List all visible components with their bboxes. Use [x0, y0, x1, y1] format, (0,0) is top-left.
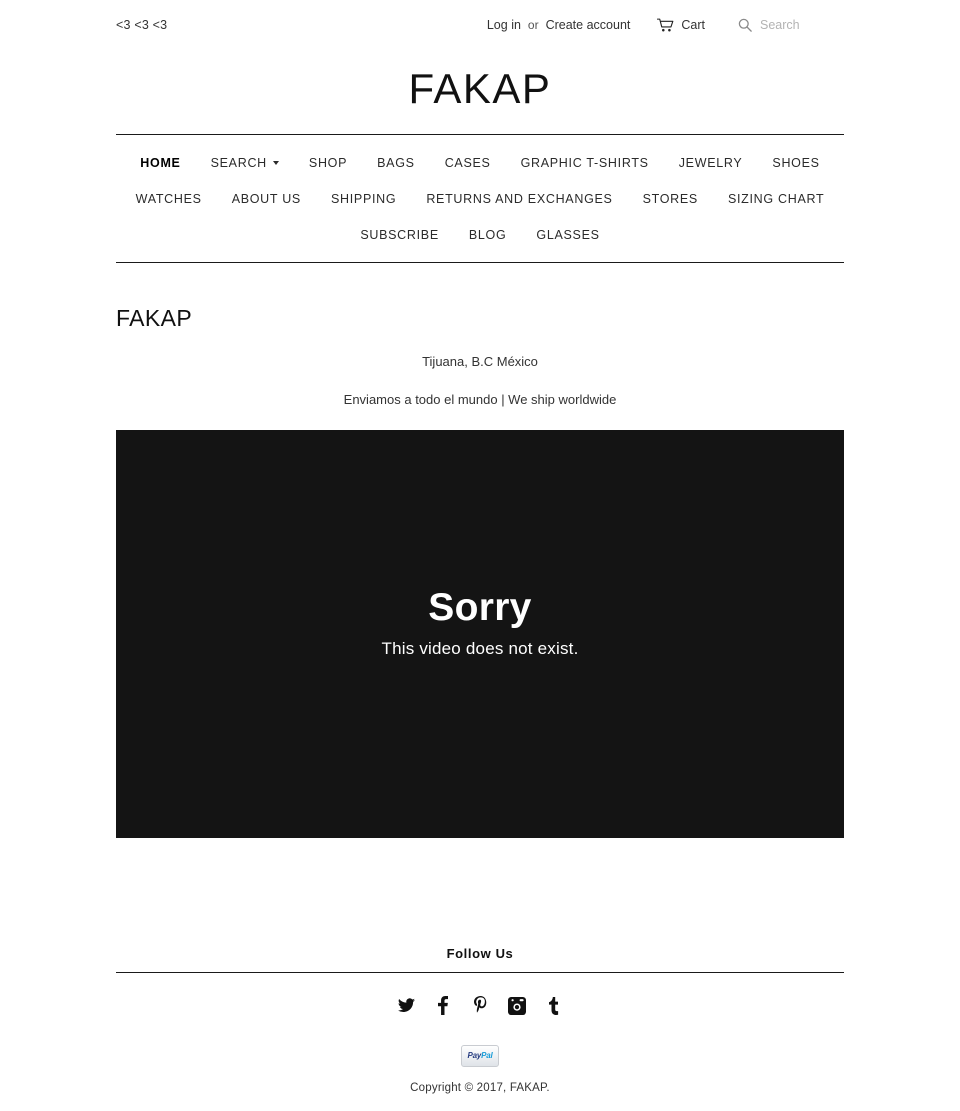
nav-item-watches[interactable]: WATCHES: [121, 181, 217, 217]
tumblr-link[interactable]: [545, 996, 563, 1016]
nav-item-subscribe[interactable]: SUBSCRIBE: [345, 217, 454, 253]
nav-row: HOME SEARCH SHOP BAGS CASES GRAPHIC T-SHIRTS J…: [116, 145, 844, 253]
nav-item-label: JEWELRY: [678, 156, 743, 170]
cart-label: Cart: [681, 18, 705, 32]
copyright-text: Copyright © 2017, FAKAP.: [116, 1067, 844, 1094]
nav-item-label: SIZING CHART: [727, 192, 825, 206]
create-account-link[interactable]: Create account: [546, 18, 631, 32]
page-intro: Tijuana, B.C México Enviamos a todo el m…: [116, 354, 844, 409]
video-error-text: This video does not exist.: [381, 638, 579, 658]
page-container: <3 <3 <3 Log in or Create account Cart S…: [116, 0, 844, 1094]
chevron-down-icon: [272, 161, 279, 165]
site-footer: Follow Us PayPal Copyright © 2017, FAKAP…: [116, 946, 844, 1094]
payment-methods: PayPal: [116, 1016, 844, 1067]
announcement-text: <3 <3 <3: [116, 18, 168, 32]
search-icon[interactable]: [738, 18, 752, 32]
cart-link[interactable]: Cart: [657, 18, 705, 33]
nav-item-jewelry[interactable]: JEWELRY: [664, 145, 758, 181]
search-input[interactable]: [760, 18, 844, 32]
video-error-message: Sorry This video does not exist.: [116, 588, 844, 659]
social-links: [116, 973, 844, 1016]
twitter-icon: [397, 998, 415, 1013]
logo-container: FAKAP: [116, 46, 844, 134]
nav-item-label: ABOUT US: [231, 192, 301, 206]
nav-item-label: BAGS: [377, 156, 415, 170]
instagram-icon: [508, 996, 526, 1015]
page-title: FAKAP: [116, 305, 193, 331]
paypal-pay-text: Pay: [467, 1050, 482, 1060]
nav-item-label: SHOES: [772, 156, 820, 170]
nav-item-label: CASES: [444, 156, 491, 170]
nav-item-label: SHIPPING: [330, 192, 397, 206]
nav-item-glasses[interactable]: GLASSES: [521, 217, 614, 253]
instagram-link[interactable]: [508, 996, 526, 1016]
video-error-heading: Sorry: [428, 585, 532, 629]
copyright-label: Copyright © 2017, FAKAP.: [410, 1081, 550, 1094]
site-logo[interactable]: FAKAP: [409, 68, 552, 110]
login-link[interactable]: Log in: [487, 18, 521, 32]
nav-item-label: STORES: [642, 192, 698, 206]
nav-item-returns-and-exchanges[interactable]: RETURNS AND EXCHANGES: [411, 181, 627, 217]
pinterest-link[interactable]: [471, 996, 489, 1016]
nav-item-label: SUBSCRIBE: [360, 228, 439, 242]
nav-item-label: HOME: [140, 156, 181, 170]
nav-item-about-us[interactable]: ABOUT US: [217, 181, 316, 217]
top-bar: <3 <3 <3 Log in or Create account Cart: [116, 0, 844, 46]
or-separator: or: [527, 18, 539, 32]
pinterest-icon: [473, 996, 487, 1015]
paypal-pal-text: Pal: [481, 1050, 493, 1060]
nav-item-label: WATCHES: [135, 192, 202, 206]
nav-item-label: GRAPHIC T-SHIRTS: [520, 156, 649, 170]
intro-line-2: Enviamos a todo el mundo | We ship world…: [343, 391, 617, 407]
twitter-link[interactable]: [397, 996, 415, 1016]
search-form[interactable]: [738, 18, 844, 32]
paypal-icon: PayPal: [461, 1044, 499, 1067]
video-placeholder[interactable]: Sorry This video does not exist.: [116, 429, 844, 838]
nav-item-cases[interactable]: CASES: [430, 145, 506, 181]
top-bar-right: Log in or Create account Cart: [487, 18, 844, 33]
page-root: <3 <3 <3 Log in or Create account Cart S…: [0, 0, 960, 1111]
nav-item-blog[interactable]: BLOG: [454, 217, 522, 253]
nav-item-label: GLASSES: [536, 228, 600, 242]
nav-item-label: SHOP: [308, 156, 348, 170]
facebook-icon: [438, 996, 448, 1016]
nav-item-label: RETURNS AND EXCHANGES: [426, 192, 613, 206]
nav-item-shipping[interactable]: SHIPPING: [316, 181, 411, 217]
intro-line-1: Tijuana, B.C México: [422, 354, 538, 369]
nav-item-bags[interactable]: BAGS: [362, 145, 430, 181]
nav-item-sizing-chart[interactable]: SIZING CHART: [713, 181, 839, 217]
facebook-link[interactable]: [434, 996, 452, 1016]
nav-item-label: BLOG: [468, 228, 507, 242]
shopping-cart-icon: [657, 18, 674, 33]
follow-us-heading: Follow Us: [446, 945, 514, 961]
nav-item-label: SEARCH: [210, 156, 267, 170]
nav-item-shop[interactable]: SHOP: [294, 145, 362, 181]
nav-item-search[interactable]: SEARCH: [196, 145, 294, 181]
nav-item-graphic-t-shirts[interactable]: GRAPHIC T-SHIRTS: [506, 145, 664, 181]
main-navigation: HOME SEARCH SHOP BAGS CASES GRAPHIC T-SHIRTS J…: [116, 134, 844, 263]
nav-item-home[interactable]: HOME: [125, 145, 195, 181]
tumblr-icon: [549, 996, 559, 1015]
nav-item-shoes[interactable]: SHOES: [757, 145, 834, 181]
nav-item-stores[interactable]: STORES: [628, 181, 713, 217]
